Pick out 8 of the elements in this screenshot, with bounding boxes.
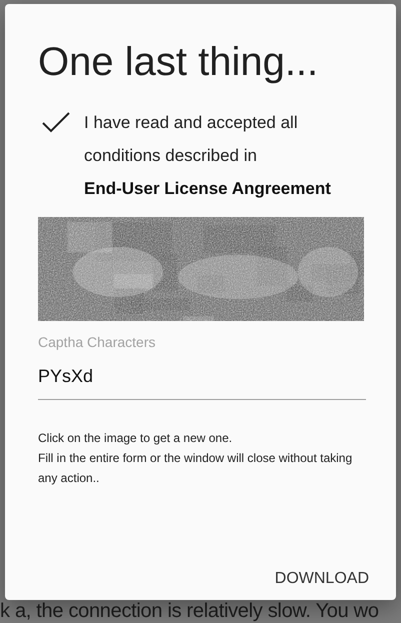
download-button[interactable]: DOWNLOAD: [266, 564, 377, 594]
captcha-input[interactable]: PYsXd: [38, 362, 366, 400]
field-label: Captha Characters: [38, 334, 157, 350]
license-link[interactable]: End-User License Angreement: [84, 179, 331, 198]
dialog-title: One last thing...: [38, 39, 320, 86]
background-text: k a, the connection is relatively slow. You wo: [0, 601, 379, 622]
agreement-text: I have read and accepted all conditions described in End-User License Angreement: [84, 112, 332, 200]
help-text: Click on the image to get a new one. Fill in the entire form or the window will close without taking any action..: [38, 430, 354, 487]
